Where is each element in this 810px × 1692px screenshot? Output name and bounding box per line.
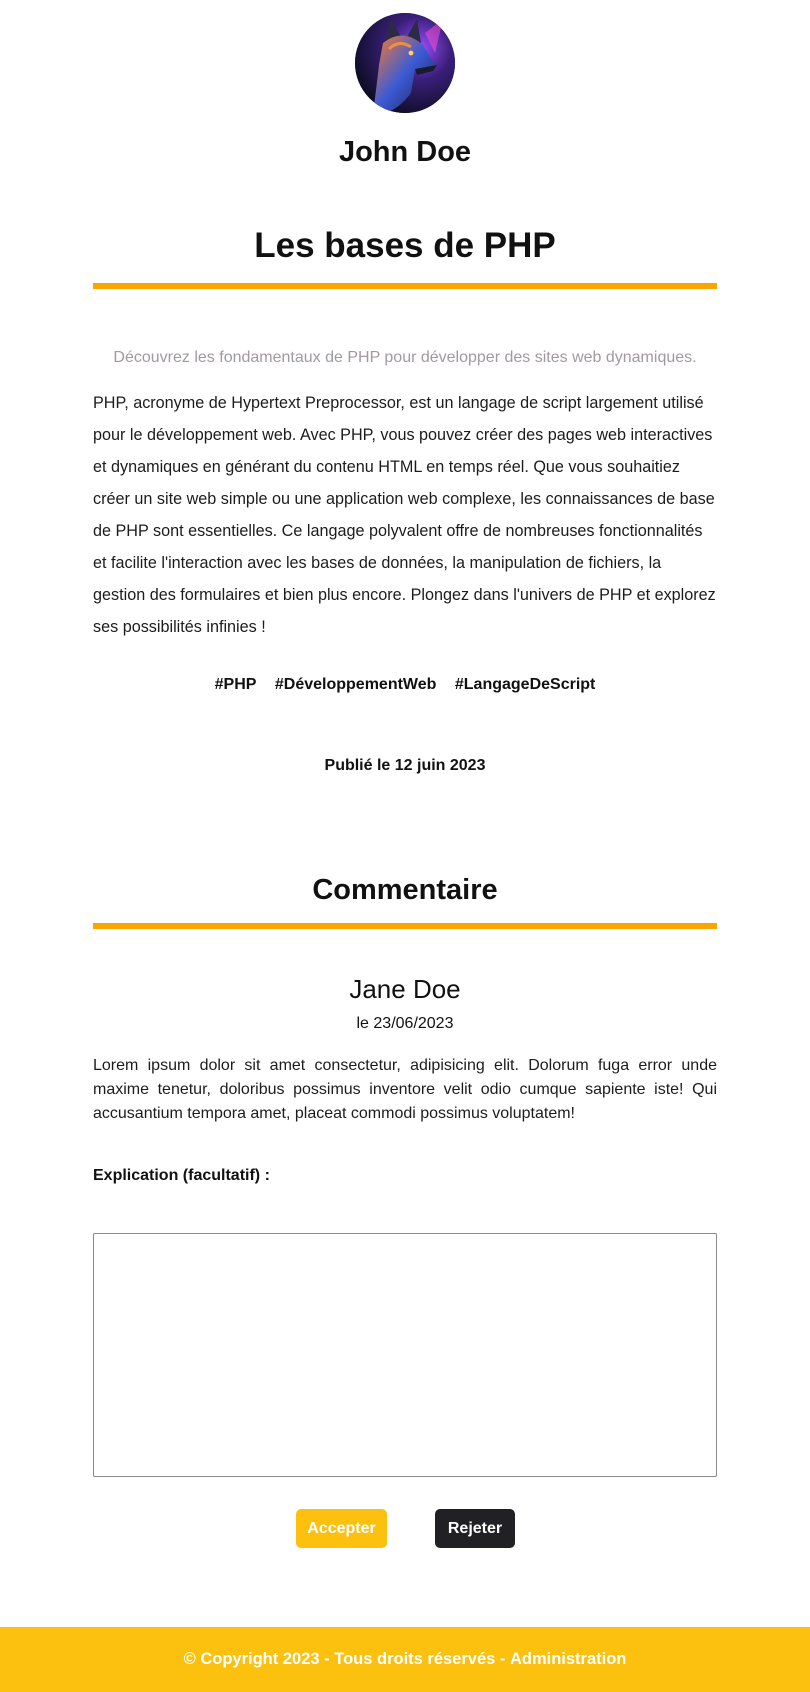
footer: © Copyright 2023 - Tous droits réservés … <box>0 1627 810 1692</box>
explication-label: Explication (facultatif) : <box>93 1167 270 1184</box>
comments-title: Commentaire <box>312 874 498 906</box>
article-title: Les bases de PHP <box>254 226 556 265</box>
comments-divider <box>93 923 717 929</box>
hashtag[interactable]: #DéveloppementWeb <box>275 676 437 693</box>
comment-date: le 23/06/2023 <box>356 1015 454 1032</box>
explication-textarea[interactable] <box>93 1233 717 1477</box>
article-body: PHP, acronyme de Hypertext Preprocessor,… <box>93 394 716 636</box>
title-divider <box>93 283 717 289</box>
accept-button[interactable]: Accepter <box>296 1509 387 1548</box>
hashtag[interactable]: #LangageDeScript <box>455 676 595 693</box>
article-subtitle: Découvrez les fondamentaux de PHP pour d… <box>113 349 697 366</box>
reject-button[interactable]: Rejeter <box>435 1509 515 1548</box>
wolf-avatar-icon <box>355 13 455 113</box>
comment-text: Lorem ipsum dolor sit amet consectetur, … <box>93 1057 717 1122</box>
publish-date: Publié le 12 juin 2023 <box>324 757 486 774</box>
comment-author: Jane Doe <box>349 974 461 1004</box>
hashtag-list: #PHP #DéveloppementWeb #LangageDeScript <box>0 676 810 694</box>
author-avatar <box>355 13 455 113</box>
author-name: John Doe <box>338 136 472 168</box>
admin-link[interactable]: Administration <box>510 1650 626 1669</box>
hashtag[interactable]: #PHP <box>215 676 257 693</box>
footer-copyright: © Copyright 2023 - Tous droits réservés … <box>183 1650 510 1668</box>
